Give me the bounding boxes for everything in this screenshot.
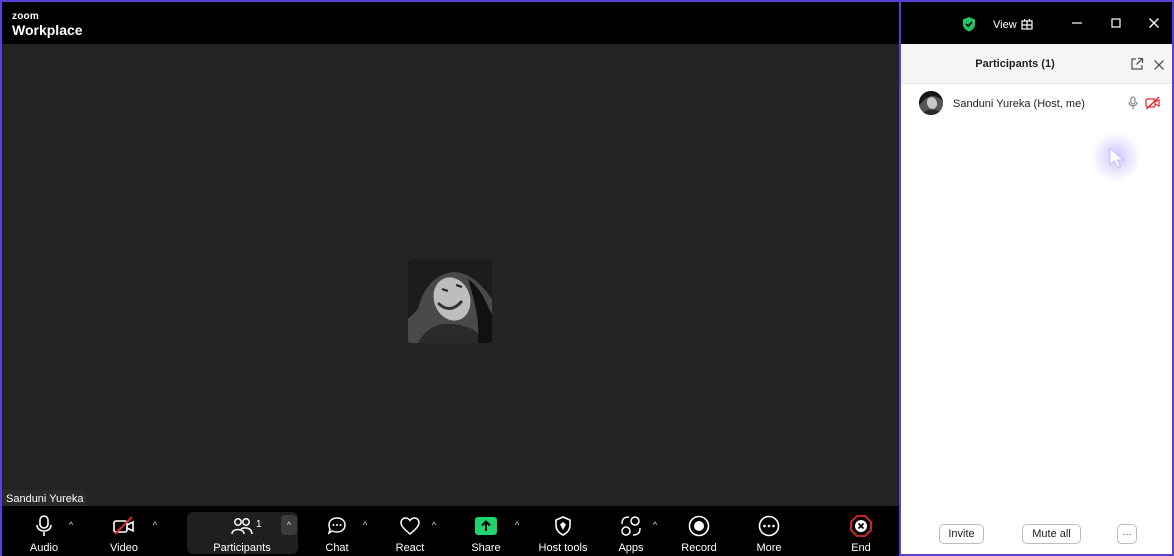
maximize-icon[interactable]: [1108, 15, 1124, 31]
more-button[interactable]: More: [750, 506, 788, 556]
end-meeting-icon: [850, 512, 872, 540]
panel-titlebar: View: [901, 2, 1172, 44]
window-close-icon[interactable]: [1146, 15, 1162, 31]
audio-button[interactable]: Audio: [24, 506, 64, 556]
share-options-chevron-icon[interactable]: ^: [510, 518, 524, 532]
participants-title: Participants (1): [975, 58, 1055, 70]
close-panel-icon[interactable]: [1153, 58, 1165, 76]
participants-options-chevron-icon[interactable]: ^: [281, 515, 297, 535]
mouse-cursor-icon: [1108, 146, 1126, 174]
more-icon: [758, 512, 780, 540]
pop-out-icon[interactable]: [1130, 57, 1144, 76]
security-shield-icon[interactable]: [961, 16, 977, 37]
meeting-window: zoom Workplace Sanduni Yureka Audio ^ Vi…: [0, 0, 899, 556]
audio-label: Audio: [29, 542, 59, 554]
react-button[interactable]: React: [392, 506, 428, 556]
brand-workplace: Workplace: [12, 22, 83, 38]
participants-header: Participants (1): [901, 44, 1172, 84]
apps-icon: [620, 512, 642, 540]
record-label: Record: [681, 542, 717, 554]
share-screen-icon: [474, 512, 498, 540]
participant-video-off-icon[interactable]: [1145, 96, 1161, 115]
view-button-label[interactable]: View: [993, 19, 1017, 31]
end-button[interactable]: End: [845, 506, 877, 556]
video-options-chevron-icon[interactable]: ^: [148, 518, 162, 532]
participants-button-content[interactable]: Participants: [207, 506, 277, 556]
participant-microphone-icon[interactable]: [1128, 96, 1138, 115]
microphone-icon: [35, 512, 53, 540]
chat-button[interactable]: Chat: [320, 506, 354, 556]
chat-label: Chat: [325, 542, 349, 554]
share-label: Share: [471, 542, 501, 554]
participant-avatar: [919, 91, 943, 115]
react-label: React: [395, 542, 425, 554]
brand-zoom: zoom: [12, 11, 39, 22]
react-options-chevron-icon[interactable]: ^: [427, 518, 441, 532]
participants-panel-window: View Participants (1) Sanduni Yureka (Ho…: [899, 0, 1174, 556]
minimize-icon[interactable]: [1069, 15, 1085, 31]
host-tools-label: Host tools: [538, 542, 588, 554]
video-label: Video: [110, 542, 138, 554]
record-button[interactable]: Record: [679, 506, 719, 556]
chat-icon: [327, 512, 347, 540]
share-button[interactable]: Share: [468, 506, 504, 556]
shield-icon: [554, 512, 572, 540]
apps-label: Apps: [618, 542, 644, 554]
apps-options-chevron-icon[interactable]: ^: [648, 518, 662, 532]
participants-icon: [231, 512, 253, 540]
more-label: More: [756, 542, 782, 554]
video-off-icon: [112, 512, 136, 540]
host-tools-button[interactable]: Host tools: [534, 506, 592, 556]
audio-options-chevron-icon[interactable]: ^: [64, 518, 78, 532]
record-icon: [688, 512, 710, 540]
chat-options-chevron-icon[interactable]: ^: [358, 518, 372, 532]
invite-button[interactable]: Invite: [939, 524, 984, 544]
heart-icon: [399, 512, 421, 540]
participant-avatar-large: [408, 259, 492, 343]
mute-all-button[interactable]: Mute all: [1022, 524, 1081, 544]
app-brand: zoom Workplace: [12, 11, 83, 38]
video-button[interactable]: Video: [102, 506, 146, 556]
participants-count: 1: [256, 519, 262, 530]
meeting-toolbar: Audio ^ Video ^ Participants 1 ^ Chat ^ …: [2, 506, 899, 556]
participant-name: Sanduni Yureka (Host, me): [953, 98, 1085, 110]
participants-label: Participants: [213, 542, 271, 554]
video-stage: Sanduni Yureka: [2, 44, 899, 508]
more-options-button[interactable]: ···: [1117, 524, 1137, 544]
apps-button[interactable]: Apps: [613, 506, 649, 556]
participant-row[interactable]: Sanduni Yureka (Host, me): [901, 88, 1172, 118]
end-label: End: [851, 542, 871, 554]
grid-view-icon[interactable]: [1021, 18, 1033, 36]
